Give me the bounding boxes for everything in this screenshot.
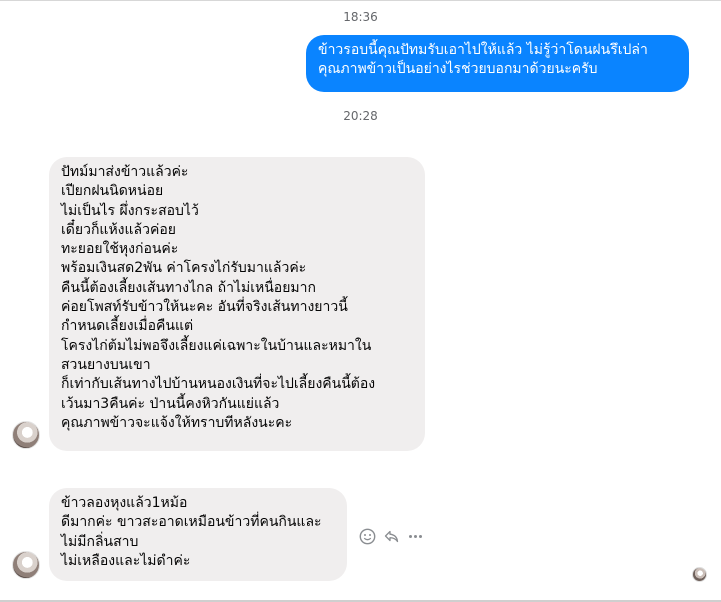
- window-top-border: [0, 0, 721, 1]
- seen-avatar: [692, 567, 707, 582]
- smiley-icon[interactable]: [358, 527, 376, 545]
- outgoing-message[interactable]: ข้าวรอบนี้คุณปัทมรับเอาไปให้แล้ว ไม่รู้ว…: [306, 35, 689, 92]
- more-icon[interactable]: [406, 527, 424, 545]
- reply-icon[interactable]: [382, 527, 400, 545]
- incoming-message[interactable]: ข้าวลองหุงแล้ว1หม้อ ดีมากค่ะ ขาวสะอาดเหม…: [49, 488, 347, 581]
- incoming-message[interactable]: ปัทม์มาส่งข้าวแล้วค่ะ เปียกฝนนิดหน่อย ไม…: [49, 157, 425, 451]
- message-actions: [358, 527, 424, 545]
- timestamp: 18:36: [343, 10, 378, 24]
- contact-avatar[interactable]: [12, 421, 40, 449]
- timestamp: 20:28: [343, 109, 378, 123]
- contact-avatar[interactable]: [12, 551, 40, 579]
